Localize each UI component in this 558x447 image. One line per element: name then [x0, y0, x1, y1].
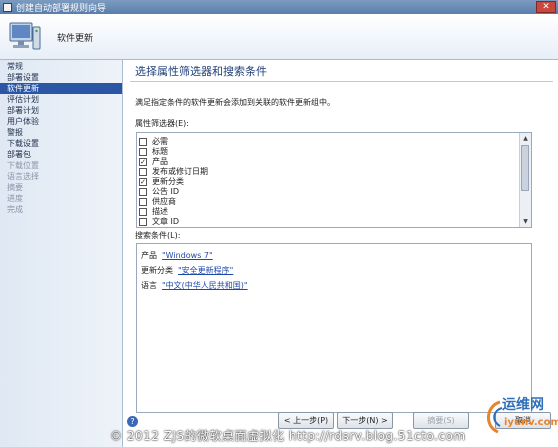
sidebar-item[interactable]: 下载设置	[0, 138, 122, 149]
criteria-label-text: 更新分类	[141, 266, 173, 275]
filter-label-text: 文章 ID	[152, 217, 180, 226]
criteria-label-text: 产品	[141, 251, 157, 260]
criteria-row: 语言 "中文(中华人民共和国)"	[141, 280, 248, 291]
sidebar-item: 摘要	[7, 183, 23, 192]
close-button[interactable]: ✕	[536, 1, 556, 13]
filter-label: 属性筛选器(E):	[135, 119, 189, 128]
criteria-row: 产品 "Windows 7"	[141, 250, 213, 261]
criteria-label-text: 语言	[141, 281, 157, 290]
filter-checkbox[interactable]	[139, 137, 147, 146]
filter-checkbox[interactable]	[139, 207, 147, 216]
title-divider	[130, 81, 553, 82]
nav-list: 常规 部署设置 软件更新 评估计划 部署计划 用户体验 警报 下载设置 部署包 下载位置语言选择摘…	[0, 60, 122, 215]
filter-item[interactable]: 文章 ID	[139, 216, 179, 227]
criteria-row: 更新分类 "安全更新程序"	[141, 265, 233, 276]
filter-checkbox[interactable]	[139, 217, 147, 226]
criteria-value-link[interactable]: "安全更新程序"	[178, 266, 233, 275]
property-filter-list[interactable]: ▲ ▼ 必需 标题 ✓ 产品 发布或修订日期 ✓ 更新分类 公告 ID 供应商 描述 文章 ID	[136, 132, 532, 228]
filter-checkbox[interactable]	[139, 197, 147, 206]
computer-icon	[9, 22, 41, 50]
logo-ring-icon	[487, 400, 503, 434]
page-title: 选择属性筛选器和搜索条件	[135, 65, 267, 78]
scroll-up-icon[interactable]: ▲	[520, 133, 531, 144]
help-icon[interactable]: ?	[127, 416, 138, 427]
window-title: 创建自动部署规则向导	[16, 3, 107, 14]
watermark-text: © 2012 ZJS的微软桌面虚拟化 http://rdsrv.blog.51c…	[110, 429, 466, 443]
page-header-title: 软件更新	[57, 34, 94, 44]
sidebar-item: 语言选择	[7, 172, 39, 181]
sidebar-item[interactable]: 用户体验	[0, 116, 122, 127]
filter-checkbox[interactable]	[139, 187, 147, 196]
sidebar-item[interactable]: 部署设置	[0, 72, 122, 83]
sidebar-item[interactable]: 警报	[0, 127, 122, 138]
scroll-down-icon[interactable]: ▼	[520, 216, 531, 227]
sidebar-item[interactable]: 部署包	[0, 149, 122, 160]
window-titlebar: 创建自动部署规则向导 ✕	[0, 0, 558, 14]
sidebar-item[interactable]: 软件更新	[0, 83, 122, 94]
sidebar-item[interactable]: 常规	[0, 61, 122, 72]
page-description: 满足指定条件的软件更新会添加到关联的软件更新组中。	[135, 98, 335, 107]
logo-subtext: iyunv.com	[504, 417, 558, 428]
sidebar-item[interactable]: 评估计划	[0, 94, 122, 105]
filter-checkbox[interactable]: ✓	[139, 177, 147, 186]
criteria-value-link[interactable]: "中文(中华人民共和国)"	[162, 281, 248, 290]
wizard-header: 软件更新	[0, 14, 558, 60]
filter-scrollbar[interactable]: ▲ ▼	[519, 133, 531, 227]
app-icon	[3, 2, 12, 12]
wizard-sidebar: 常规 部署设置 软件更新 评估计划 部署计划 用户体验 警报 下载设置 部署包 下载位置语言选择摘…	[0, 60, 123, 447]
criteria-value-link[interactable]: "Windows 7"	[162, 251, 213, 260]
scroll-thumb[interactable]	[521, 145, 529, 191]
sidebar-item: 下载位置	[7, 161, 39, 170]
site-logo: 运维网 iyunv.com	[482, 394, 558, 442]
wizard-content: 选择属性筛选器和搜索条件 满足指定条件的软件更新会添加到关联的软件更新组中。 属…	[123, 60, 558, 447]
filter-checkbox[interactable]	[139, 167, 147, 176]
logo-text: 运维网	[502, 397, 544, 413]
criteria-label: 搜索条件(L):	[135, 231, 181, 240]
sidebar-item[interactable]: 部署计划	[0, 105, 122, 116]
filter-checkbox[interactable]	[139, 147, 147, 156]
sidebar-item: 完成	[7, 205, 23, 214]
filter-checkbox[interactable]: ✓	[139, 157, 147, 166]
sidebar-item: 进度	[7, 194, 23, 203]
search-criteria-box: 产品 "Windows 7" 更新分类 "安全更新程序" 语言 "中文(中华人民共和国)"	[136, 243, 532, 413]
